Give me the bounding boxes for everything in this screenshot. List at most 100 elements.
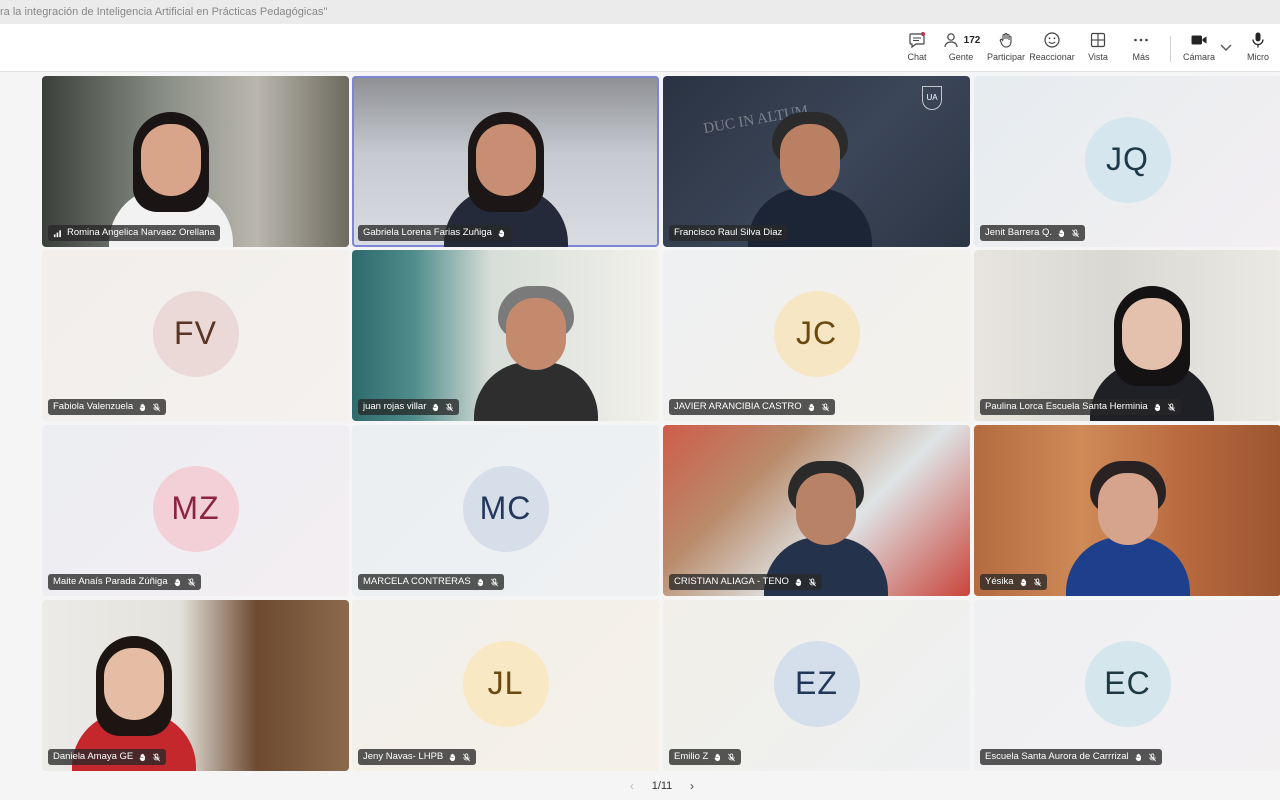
camera-icon bbox=[1191, 35, 1207, 45]
next-page-icon[interactable]: › bbox=[690, 779, 694, 793]
hand-icon bbox=[999, 32, 1012, 48]
participant-name-label: Jeny Navas- LHPB bbox=[358, 749, 477, 765]
mic-off-icon bbox=[808, 577, 816, 586]
camera-label: Cámara bbox=[1182, 52, 1215, 62]
avatar-initials: FV bbox=[152, 290, 239, 377]
participant-tile[interactable]: EZ Emilio Z bbox=[663, 600, 970, 771]
participant-name: Fabiola Valenzuela bbox=[53, 401, 134, 412]
window-title: ra la integración de Inteligencia Artifi… bbox=[0, 6, 328, 18]
raised-hand-icon bbox=[449, 753, 456, 761]
raised-hand-icon bbox=[714, 753, 721, 761]
participant-name-label: Daniela Amaya GE bbox=[48, 749, 167, 765]
previous-page-icon[interactable]: ‹ bbox=[630, 779, 634, 793]
participant-video-face bbox=[780, 124, 840, 196]
pagination: ‹ 1/11 › bbox=[630, 778, 694, 794]
participant-name-label: Yésika bbox=[980, 574, 1047, 590]
mic-off-icon bbox=[187, 577, 195, 586]
people-button[interactable]: 172 Gente bbox=[942, 31, 980, 67]
participant-tile[interactable]: Gabriela Lorena Farias Zuñiga bbox=[352, 76, 659, 247]
chat-button[interactable]: Chat bbox=[902, 31, 932, 67]
participant-name: Maite Anaís Parada Zúñiga bbox=[53, 576, 168, 587]
participant-tile[interactable]: JL Jeny Navas- LHPB bbox=[352, 600, 659, 771]
avatar-initials: JQ bbox=[1084, 116, 1171, 203]
view-label: Vista bbox=[1088, 52, 1108, 62]
participant-name: Jenit Barrera Q. bbox=[985, 227, 1053, 238]
smiley-icon bbox=[1044, 32, 1060, 48]
chat-icon bbox=[909, 32, 925, 49]
participant-name: MARCELA CONTRERAS bbox=[363, 576, 471, 587]
mic-off-icon bbox=[446, 402, 454, 411]
participant-tile[interactable]: FV Fabiola Valenzuela bbox=[42, 250, 349, 421]
participant-name: Gabriela Lorena Farias Zuñiga bbox=[363, 227, 492, 238]
microphone-button[interactable]: Micro bbox=[1244, 31, 1272, 67]
mic-off-icon bbox=[1167, 402, 1175, 411]
raised-hand-icon bbox=[1020, 578, 1026, 586]
participant-name: Paulina Lorca Escuela Santa Herminia bbox=[985, 401, 1148, 412]
participant-tile[interactable]: Yésika bbox=[974, 425, 1280, 596]
window-title-bar: ra la integración de Inteligencia Artifi… bbox=[0, 0, 1280, 24]
camera-options-dropdown[interactable] bbox=[1219, 38, 1233, 74]
participant-name: Yésika bbox=[985, 576, 1014, 587]
participant-tile[interactable]: JC JAVIER ARANCIBIA CASTRO bbox=[663, 250, 970, 421]
participant-name-label: Francisco Raul Silva Diaz bbox=[669, 225, 788, 241]
chat-label: Chat bbox=[907, 52, 927, 62]
avatar-initials: EZ bbox=[773, 640, 860, 727]
participant-name: CRISTIAN ALIAGA - TENO bbox=[674, 576, 789, 587]
participant-name-label: juan rojas villar bbox=[358, 399, 460, 415]
mic-off-icon bbox=[728, 752, 736, 761]
participant-tile[interactable]: juan rojas villar bbox=[352, 250, 659, 421]
raised-hand-icon bbox=[795, 578, 801, 586]
more-button[interactable]: Más bbox=[1128, 31, 1154, 67]
participant-video-face bbox=[104, 648, 164, 720]
participant-name: JAVIER ARANCIBIA CASTRO bbox=[674, 401, 802, 412]
participant-name-label: Maite Anaís Parada Zúñiga bbox=[48, 574, 201, 590]
toolbar-divider bbox=[1170, 36, 1171, 62]
participant-video-face bbox=[1098, 473, 1158, 545]
participant-tile[interactable]: EC Escuela Santa Aurora de Carrrizal bbox=[974, 600, 1280, 771]
mic-off-icon bbox=[463, 752, 471, 761]
participant-video-body bbox=[1066, 537, 1190, 596]
participant-name-label: CRISTIAN ALIAGA - TENO bbox=[669, 574, 822, 590]
signal-icon bbox=[53, 229, 61, 237]
mic-off-icon bbox=[490, 577, 498, 586]
participant-tile[interactable]: DUC IN ALTUM UA Francisco Raul Silva Diaz bbox=[663, 76, 970, 247]
participant-name: Emilio Z bbox=[674, 751, 709, 762]
participant-tile[interactable]: MC MARCELA CONTRERAS bbox=[352, 425, 659, 596]
participant-tile[interactable]: JQ Jenit Barrera Q. bbox=[974, 76, 1280, 247]
avatar-initials: JL bbox=[462, 640, 549, 727]
participant-video-face bbox=[476, 124, 536, 196]
camera-button[interactable]: Cámara bbox=[1182, 31, 1216, 67]
participant-video-body bbox=[474, 362, 598, 421]
participant-tile[interactable]: CRISTIAN ALIAGA - TENO bbox=[663, 425, 970, 596]
raised-hand-icon bbox=[432, 403, 439, 411]
participant-tile[interactable]: MZ Maite Anaís Parada Zúñiga bbox=[42, 425, 349, 596]
participant-video-face bbox=[796, 473, 856, 545]
raise-hand-label: Participar bbox=[986, 52, 1025, 62]
avatar-initials: EC bbox=[1084, 640, 1171, 727]
participant-name-label: Emilio Z bbox=[669, 749, 742, 765]
view-button[interactable]: Vista bbox=[1085, 31, 1111, 67]
avatar-initials: MZ bbox=[152, 465, 239, 552]
participant-tile[interactable]: Daniela Amaya GE bbox=[42, 600, 349, 771]
grid-view-icon bbox=[1090, 32, 1106, 48]
raised-hand-icon bbox=[1154, 403, 1160, 411]
react-button[interactable]: Reaccionar bbox=[1029, 31, 1075, 67]
participant-name: Jeny Navas- LHPB bbox=[363, 751, 444, 762]
raise-hand-button[interactable]: Participar bbox=[986, 31, 1026, 67]
participant-name-label: Escuela Santa Aurora de Carrrizal bbox=[980, 749, 1162, 765]
raised-hand-icon bbox=[139, 403, 146, 411]
mic-off-icon bbox=[1148, 752, 1156, 761]
participant-name-label: MARCELA CONTRERAS bbox=[358, 574, 504, 590]
participant-tile[interactable]: Paulina Lorca Escuela Santa Herminia bbox=[974, 250, 1280, 421]
more-dots-icon bbox=[1134, 38, 1148, 42]
page-indicator: 1/11 bbox=[651, 780, 673, 792]
raised-hand-icon bbox=[1135, 753, 1141, 761]
participant-name: Escuela Santa Aurora de Carrrizal bbox=[985, 751, 1129, 762]
mic-off-icon bbox=[153, 752, 161, 761]
raised-hand-icon bbox=[477, 578, 483, 586]
people-label: Gente bbox=[948, 52, 974, 62]
people-icon bbox=[944, 33, 958, 48]
participant-tile[interactable]: Romina Angelica Narvaez Orellana bbox=[42, 76, 349, 247]
participant-name-label: Paulina Lorca Escuela Santa Herminia bbox=[980, 399, 1181, 415]
participant-name: juan rojas villar bbox=[363, 401, 427, 412]
